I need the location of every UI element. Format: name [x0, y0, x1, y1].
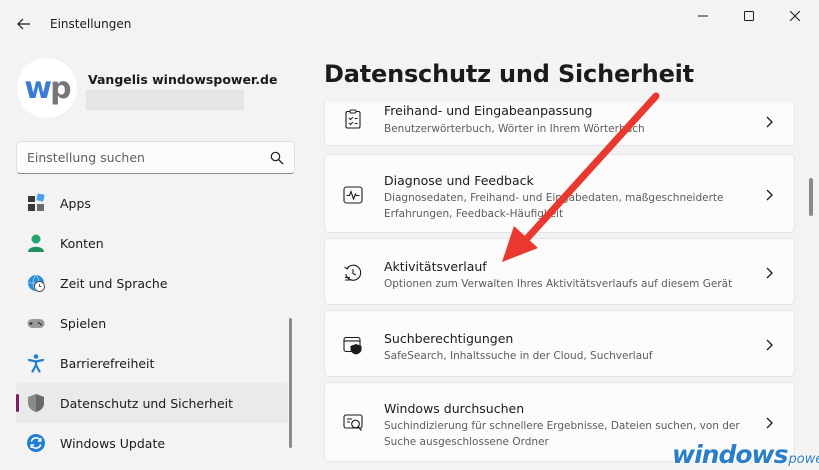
sidebar-item-label: Konten: [60, 235, 104, 251]
sidebar-item-apps[interactable]: Apps: [16, 183, 288, 223]
sidebar-item-label: Zeit und Sprache: [60, 275, 168, 291]
setting-card-freihand[interactable]: Freihand- und Eingabeanpassung Benutzerw…: [324, 102, 795, 146]
avatar[interactable]: wp: [17, 58, 77, 118]
sidebar-item-zeit-und-sprache[interactable]: Zeit und Sprache: [16, 263, 288, 303]
sidebar-nav: Apps Konten Zeit und Sprache Spielen Bar…: [16, 183, 288, 463]
window-title: Einstellungen: [50, 17, 132, 31]
minimize-icon: [698, 15, 708, 17]
setting-card-suchberechtigungen[interactable]: Suchberechtigungen SafeSearch, Inhaltssu…: [324, 310, 795, 377]
shield-icon: [26, 393, 46, 413]
sidebar-item-datenschutz-und-sicherheit[interactable]: Datenschutz und Sicherheit: [16, 383, 288, 423]
sidebar-item-label: Windows Update: [60, 435, 166, 451]
clipboard-list-icon: [343, 109, 363, 129]
search-permissions-icon: [343, 335, 363, 355]
card-title: Diagnose und Feedback: [384, 173, 534, 188]
sidebar-scrollbar[interactable]: [289, 318, 292, 448]
sidebar-item-label: Spielen: [60, 315, 107, 331]
card-description: SafeSearch, Inhaltssuche in der Cloud, S…: [384, 350, 653, 362]
card-description: Benutzerwörterbuch, Wörter in Ihrem Wört…: [384, 123, 645, 135]
chevron-right-icon: [766, 339, 773, 351]
settings-list: Freihand- und Eingabeanpassung Benutzerw…: [324, 102, 795, 470]
maximize-button[interactable]: [726, 4, 772, 28]
accessibility-icon: [26, 353, 46, 373]
chevron-right-icon: [766, 189, 773, 201]
back-button[interactable]: [12, 12, 36, 36]
globe-clock-icon: [26, 273, 46, 293]
update-icon: [26, 433, 46, 453]
card-title: Freihand- und Eingabeanpassung: [384, 103, 593, 118]
card-title: Aktivitätsverlauf: [384, 259, 487, 274]
arrow-left-icon: [17, 18, 30, 30]
account-icon: [26, 233, 46, 253]
page-title: Datenschutz und Sicherheit: [324, 60, 694, 88]
chevron-right-icon: [766, 116, 773, 128]
minimize-button[interactable]: [680, 4, 726, 28]
sidebar-item-konten[interactable]: Konten: [16, 223, 288, 263]
sidebar-item-spielen[interactable]: Spielen: [16, 303, 288, 343]
search-input[interactable]: [27, 150, 257, 165]
watermark-logo: windowspower: [672, 440, 819, 469]
sidebar-item-label: Apps: [60, 195, 91, 211]
apps-icon: [26, 193, 46, 213]
search-icon: [270, 151, 284, 165]
profile-email-redacted: [86, 90, 244, 110]
sidebar-item-label: Datenschutz und Sicherheit: [60, 395, 234, 411]
avatar-logo: wp: [24, 70, 71, 106]
main-scrollbar[interactable]: [809, 178, 813, 216]
sidebar-item-windows-update[interactable]: Windows Update: [16, 423, 288, 463]
card-title: Windows durchsuchen: [384, 401, 525, 416]
profile-name: Vangelis windowspower.de: [88, 72, 278, 87]
diagnostics-icon: [343, 185, 363, 205]
card-title: Suchberechtigungen: [384, 331, 514, 346]
title-bar: Einstellungen: [0, 0, 819, 48]
chevron-right-icon: [766, 417, 773, 429]
setting-card-diagnose[interactable]: Diagnose und Feedback Diagnosedaten, Fre…: [324, 154, 795, 233]
history-icon: [343, 263, 363, 283]
card-description: Diagnosedaten, Freihand- und Eingabedate…: [384, 192, 724, 220]
maximize-icon: [744, 11, 754, 21]
gamepad-icon: [26, 313, 46, 333]
settings-search[interactable]: [16, 141, 295, 174]
sidebar-item-barrierefreiheit[interactable]: Barrierefreiheit: [16, 343, 288, 383]
card-description: Optionen zum Verwalten Ihres Aktivitätsv…: [384, 278, 733, 290]
sidebar-item-label: Barrierefreiheit: [60, 355, 155, 371]
setting-card-aktivitaetsverlauf[interactable]: Aktivitätsverlauf Optionen zum Verwalten…: [324, 238, 795, 305]
search-windows-icon: [343, 413, 363, 433]
chevron-right-icon: [766, 267, 773, 279]
close-button[interactable]: [772, 4, 818, 28]
close-icon: [790, 11, 800, 21]
